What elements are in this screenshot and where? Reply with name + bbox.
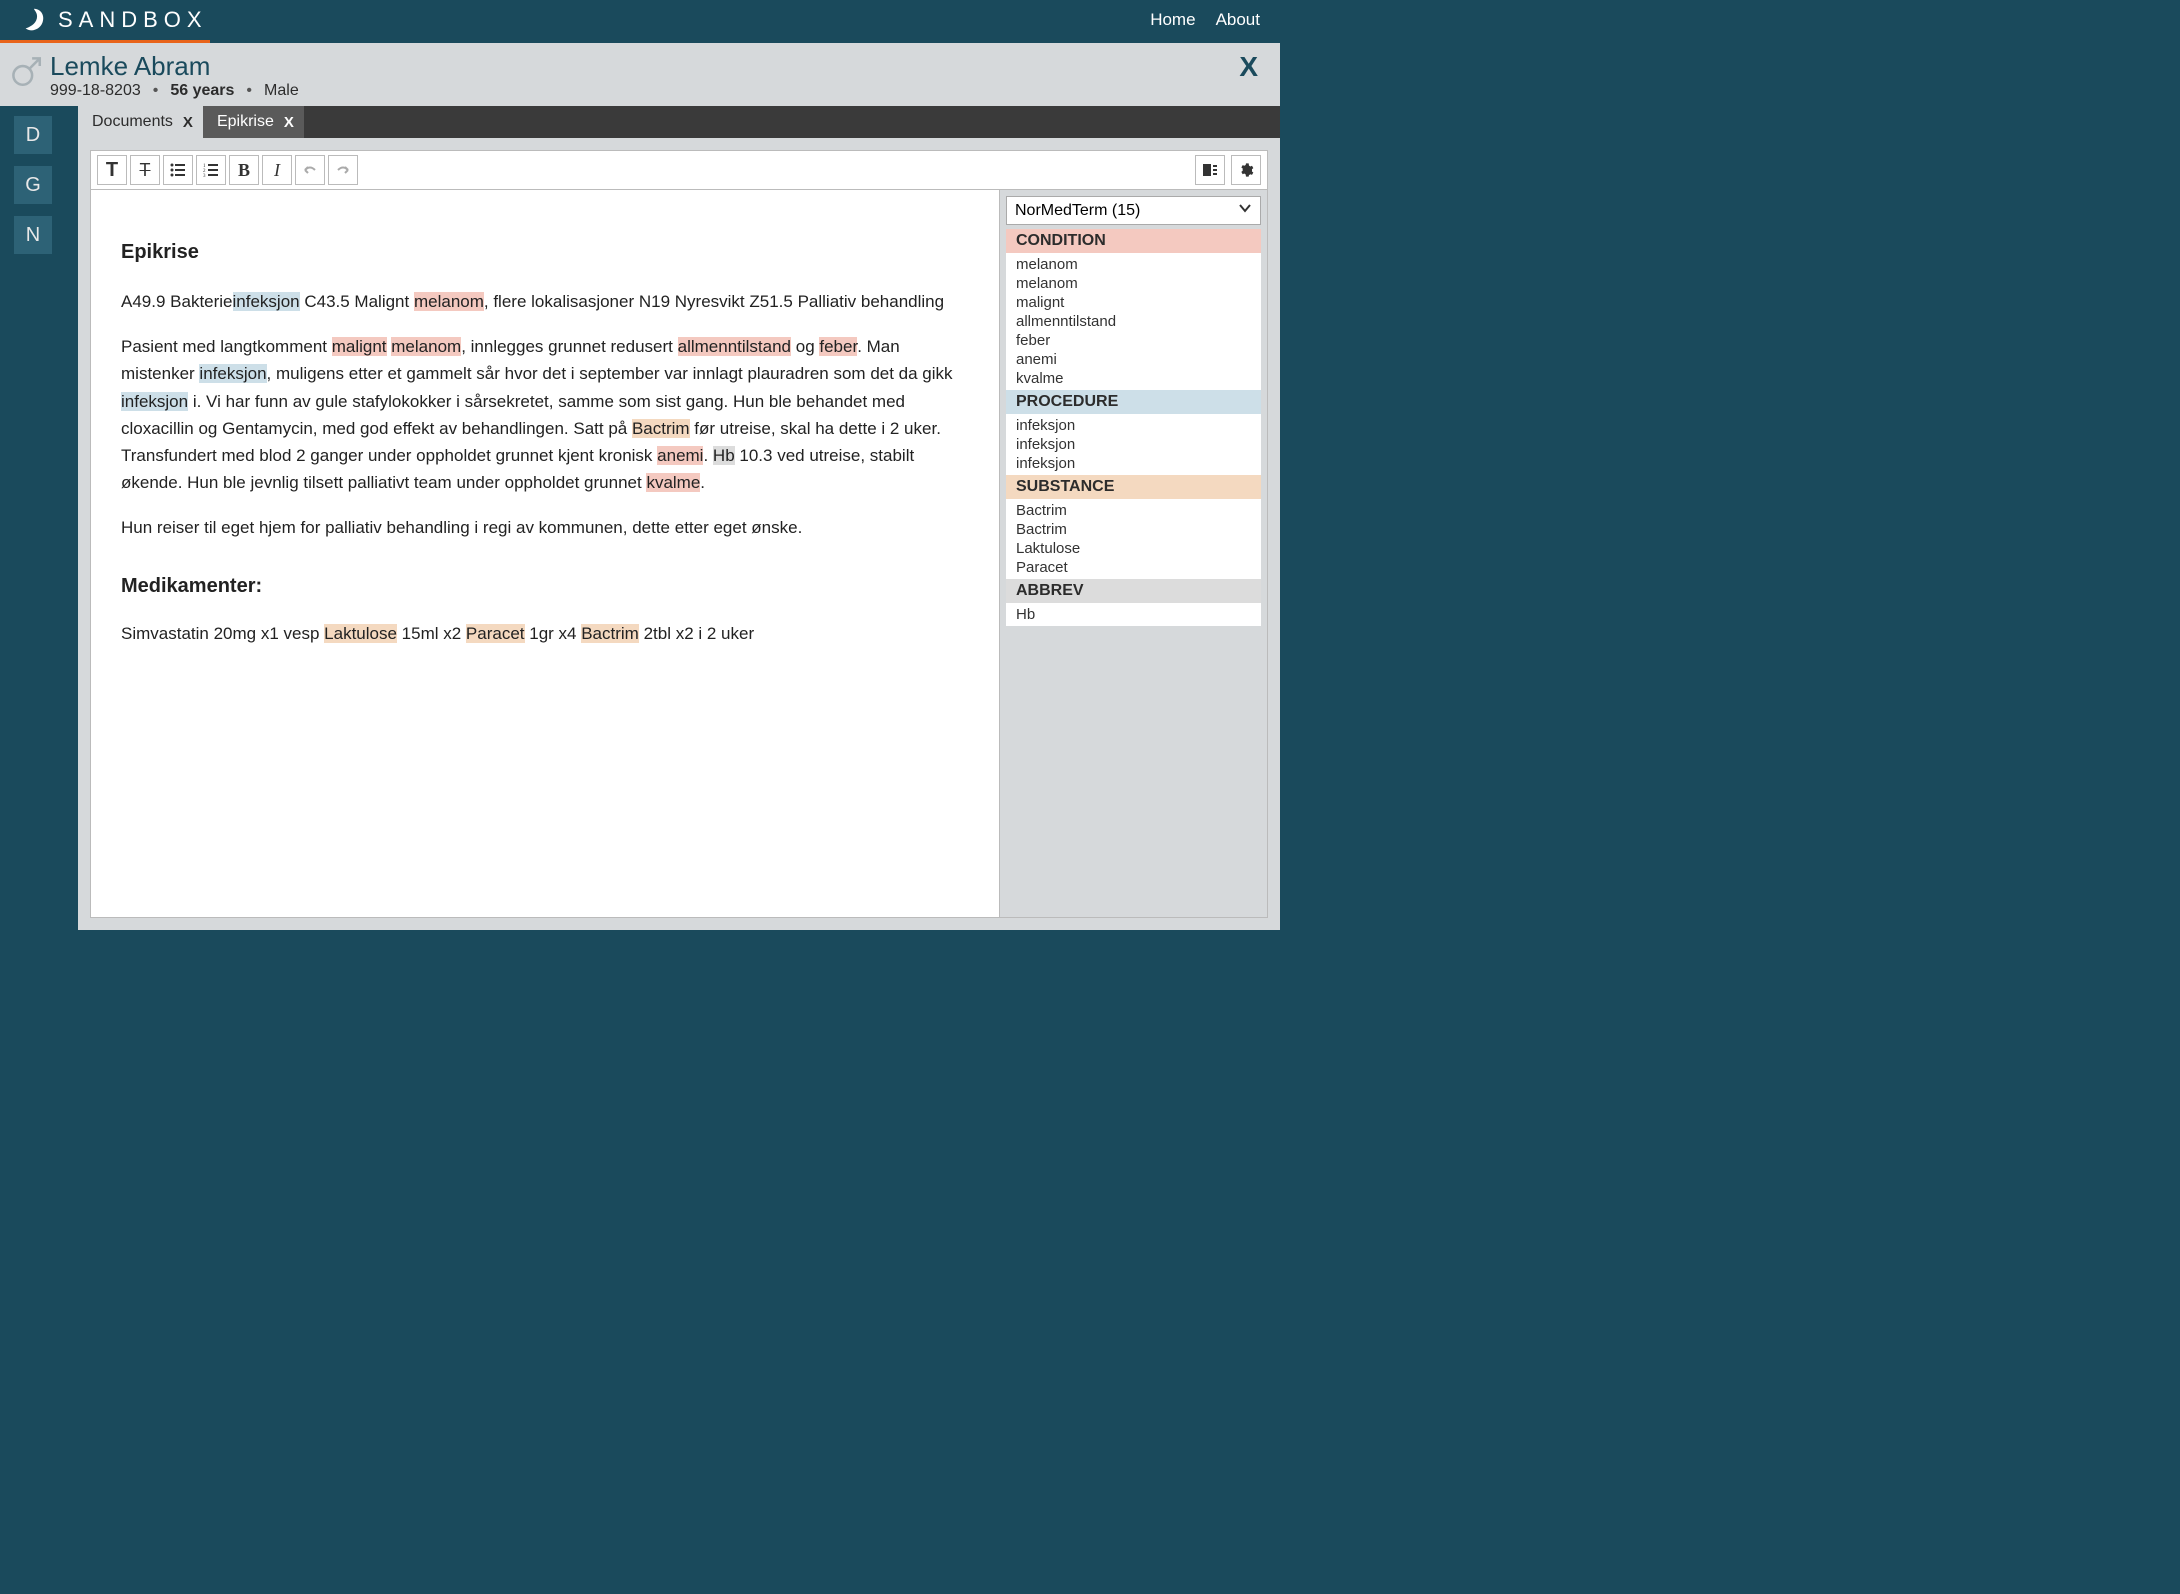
patient-meta: 999-18-8203 • 56 years • Male <box>50 82 299 100</box>
nav-about[interactable]: About <box>1216 10 1260 30</box>
panel-item[interactable]: melanom <box>1006 255 1261 274</box>
term-anemi[interactable]: anemi <box>657 446 703 465</box>
term-paracet[interactable]: Paracet <box>466 624 525 643</box>
patient-age: 56 years <box>170 82 234 100</box>
term-bactrim[interactable]: Bactrim <box>632 419 690 438</box>
category-header-procedure: PROCEDURE <box>1006 390 1261 414</box>
editor-toolbar: T T 123 B I <box>90 150 1268 190</box>
term-bactrim-2[interactable]: Bactrim <box>581 624 639 643</box>
doc-paragraph-2: Pasient med langtkomment malignt melanom… <box>121 333 969 496</box>
svg-text:3: 3 <box>203 174 206 178</box>
document-editor[interactable]: Epikrise A49.9 Bakterieinfeksjon C43.5 M… <box>90 190 1000 918</box>
toolbar-layout-toggle[interactable] <box>1195 155 1225 185</box>
terms-panel: NorMedTerm (15) CONDITIONmelanommelanomm… <box>1000 190 1268 918</box>
term-infeksjon-3[interactable]: infeksjon <box>121 392 188 411</box>
panel-item[interactable]: infeksjon <box>1006 454 1261 473</box>
toolbar-redo[interactable] <box>328 155 358 185</box>
term-melanom-2[interactable]: melanom <box>391 337 461 356</box>
panel-item[interactable]: anemi <box>1006 350 1261 369</box>
tabs-bar: Documents X Epikrise X <box>78 106 1280 138</box>
term-infeksjon-2[interactable]: infeksjon <box>199 364 266 383</box>
panel-item[interactable]: Laktulose <box>1006 539 1261 558</box>
toolbar-italic[interactable]: I <box>262 155 292 185</box>
patient-id: 999-18-8203 <box>50 82 141 100</box>
brand-text: SANDBOX <box>58 7 208 33</box>
panel-item[interactable]: infeksjon <box>1006 416 1261 435</box>
chevron-down-icon <box>1238 201 1252 220</box>
doc-paragraph-1: A49.9 Bakterieinfeksjon C43.5 Malignt me… <box>121 288 969 315</box>
term-melanom[interactable]: melanom <box>414 292 484 311</box>
category-header-condition: CONDITION <box>1006 229 1261 253</box>
top-bar: SANDBOX Home About <box>0 0 1280 40</box>
patient-bar: Lemke Abram 999-18-8203 • 56 years • Mal… <box>0 43 1280 106</box>
toolbar-strikethrough[interactable]: T <box>130 155 160 185</box>
rail-button-g[interactable]: G <box>14 166 52 204</box>
logo: SANDBOX <box>20 6 208 34</box>
doc-title: Epikrise <box>121 236 969 268</box>
term-hb[interactable]: Hb <box>713 446 735 465</box>
medications-heading: Medikamenter: <box>121 570 969 602</box>
tab-documents-close[interactable]: X <box>183 114 193 131</box>
term-laktulose[interactable]: Laktulose <box>324 624 397 643</box>
category-header-substance: SUBSTANCE <box>1006 475 1261 499</box>
tab-epikrise-close[interactable]: X <box>284 114 294 131</box>
gender-male-icon <box>10 55 44 89</box>
patient-gender: Male <box>264 82 299 100</box>
panel-item[interactable]: feber <box>1006 331 1261 350</box>
doc-paragraph-4: Simvastatin 20mg x1 vesp Laktulose 15ml … <box>121 620 969 647</box>
term-infeksjon[interactable]: infeksjon <box>233 292 300 311</box>
toolbar-settings[interactable] <box>1231 155 1261 185</box>
toolbar-text-size[interactable]: T <box>97 155 127 185</box>
left-rail: D G N <box>0 106 78 930</box>
toolbar-bold[interactable]: B <box>229 155 259 185</box>
rail-button-n[interactable]: N <box>14 216 52 254</box>
panel-item[interactable]: kvalme <box>1006 369 1261 388</box>
term-feber[interactable]: feber <box>819 337 857 356</box>
patient-name: Lemke Abram <box>50 51 299 82</box>
nav-home[interactable]: Home <box>1150 10 1195 30</box>
term-kvalme[interactable]: kvalme <box>646 473 700 492</box>
close-patient-button[interactable]: X <box>1239 51 1264 83</box>
top-nav: Home About <box>1150 10 1260 30</box>
panel-item[interactable]: melanom <box>1006 274 1261 293</box>
tab-documents[interactable]: Documents X <box>78 106 203 138</box>
logo-icon <box>20 6 48 34</box>
panel-item[interactable]: Bactrim <box>1006 501 1261 520</box>
doc-paragraph-3: Hun reiser til eget hjem for palliativ b… <box>121 514 969 541</box>
panel-item[interactable]: Bactrim <box>1006 520 1261 539</box>
term-malignt[interactable]: malignt <box>332 337 387 356</box>
toolbar-bullet-list[interactable] <box>163 155 193 185</box>
toolbar-undo[interactable] <box>295 155 325 185</box>
term-allmenntilstand[interactable]: allmenntilstand <box>678 337 791 356</box>
panel-item[interactable]: infeksjon <box>1006 435 1261 454</box>
tab-epikrise[interactable]: Epikrise X <box>203 106 304 138</box>
terminology-dropdown[interactable]: NorMedTerm (15) <box>1006 196 1261 225</box>
panel-item[interactable]: Paracet <box>1006 558 1261 577</box>
panel-item[interactable]: Hb <box>1006 605 1261 624</box>
panel-item[interactable]: malignt <box>1006 293 1261 312</box>
panel-item[interactable]: allmenntilstand <box>1006 312 1261 331</box>
toolbar-numbered-list[interactable]: 123 <box>196 155 226 185</box>
rail-button-d[interactable]: D <box>14 116 52 154</box>
category-header-abbrev: ABBREV <box>1006 579 1261 603</box>
